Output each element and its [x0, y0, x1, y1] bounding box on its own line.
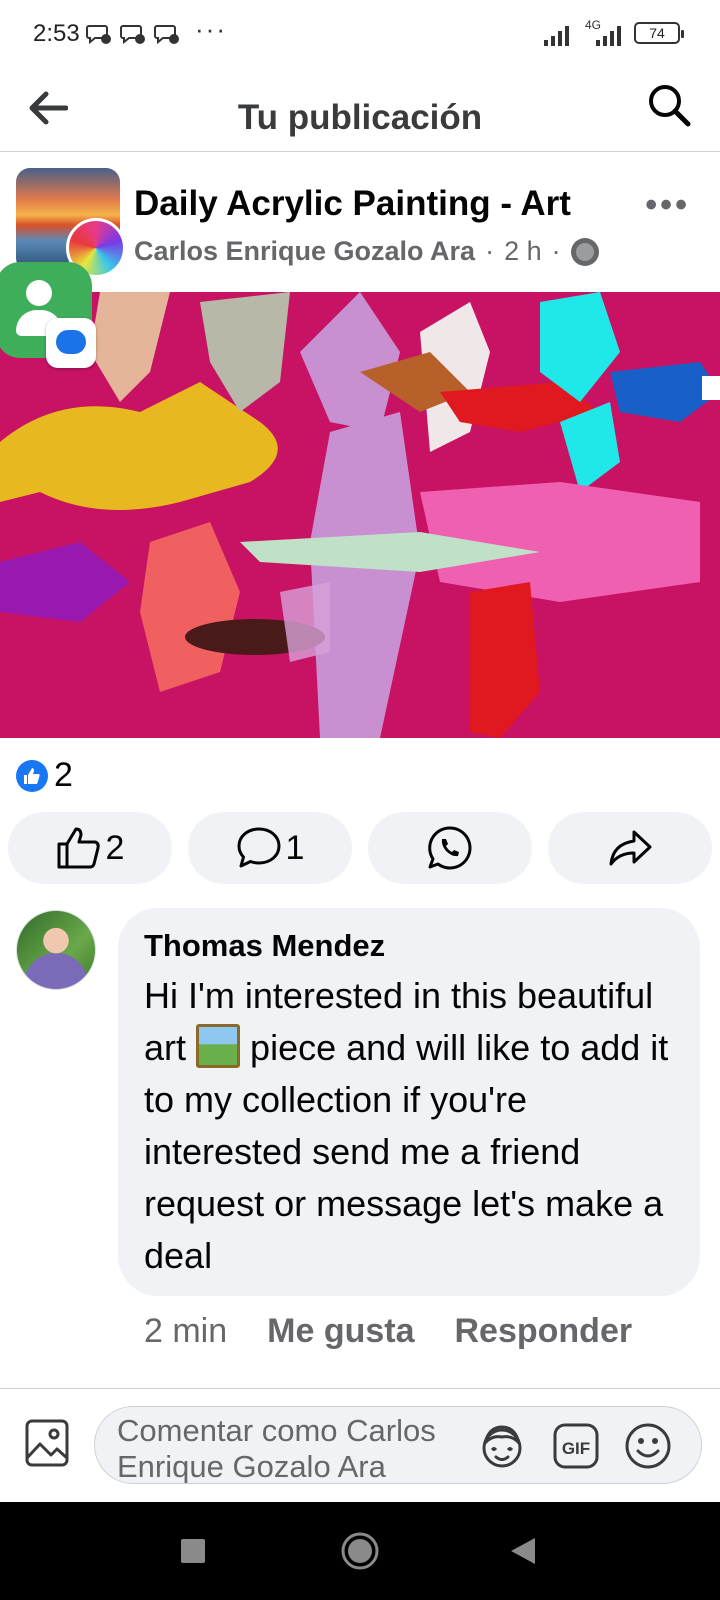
- back-nav-button[interactable]: [500, 1528, 546, 1574]
- comment-bubble-icon: [237, 827, 281, 868]
- share-arrow-icon: [609, 830, 652, 866]
- avatar-sticker-button[interactable]: [475, 1419, 529, 1473]
- comment-time: 2 min: [144, 1312, 228, 1350]
- status-time: 2:53: [33, 20, 80, 47]
- system-navigation-bar: [0, 1502, 720, 1600]
- comment-reply-button[interactable]: Responder: [455, 1312, 633, 1351]
- page-title: Tu publicación: [237, 98, 483, 137]
- add-photo-button[interactable]: [24, 1418, 70, 1468]
- like-button[interactable]: 2: [8, 812, 172, 884]
- comment-like-button[interactable]: Me gusta: [267, 1312, 414, 1351]
- comment-actions: 2 min Me gusta Responder: [144, 1312, 632, 1351]
- commenter-avatar[interactable]: [16, 910, 96, 990]
- meta-separator: ·: [551, 236, 561, 266]
- group-name[interactable]: Daily Acrylic Painting - Art: [134, 184, 571, 224]
- search-icon: [649, 85, 691, 127]
- comment-text: Hi I'm interested in this beautiful art …: [144, 975, 669, 1276]
- emoji-button[interactable]: [621, 1419, 675, 1473]
- app-header: Tu publicación: [0, 70, 720, 152]
- circle-home-icon: [341, 1532, 379, 1570]
- svg-text:GIF: GIF: [562, 1439, 590, 1458]
- post-time[interactable]: 2 h: [504, 236, 542, 267]
- signal-4g-icon: [596, 26, 621, 46]
- divider: [0, 1388, 720, 1389]
- comment-input[interactable]: Comentar como Carlos Enrique Gozalo Ara …: [94, 1406, 702, 1484]
- reaction-count: 2: [54, 756, 73, 794]
- whatsapp-share-button[interactable]: [368, 812, 532, 884]
- post-actions: 2 1: [8, 812, 712, 884]
- post-author[interactable]: Carlos Enrique Gozalo Ara: [134, 236, 475, 267]
- meta-separator: ·: [485, 236, 495, 266]
- globe-icon: [570, 237, 599, 266]
- gif-icon: GIF: [553, 1423, 599, 1469]
- comment-bubble: Thomas Mendez Hi I'm interested in this …: [118, 908, 700, 1296]
- like-reaction-icon: [16, 759, 48, 792]
- more-notifications-indicator: ···: [195, 14, 227, 44]
- post-options-button[interactable]: •••: [645, 186, 690, 225]
- comment-input-placeholder: Comentar como Carlos Enrique Gozalo Ara: [117, 1413, 436, 1484]
- whatsapp-icon: [428, 826, 472, 870]
- signal-icon: [544, 26, 569, 46]
- avatar-sticker-icon: [482, 1425, 522, 1468]
- comment-count: 1: [285, 828, 305, 867]
- like-count: 2: [105, 828, 125, 867]
- messenger-notification-icon: [86, 25, 111, 45]
- comment-button[interactable]: 1: [188, 812, 352, 884]
- contacts-chat-head[interactable]: [0, 262, 96, 368]
- square-icon: [181, 1539, 205, 1563]
- home-button[interactable]: [337, 1528, 383, 1574]
- share-button[interactable]: [548, 812, 712, 884]
- messenger-notification-icon: [154, 25, 179, 45]
- comment-author[interactable]: Thomas Mendez: [144, 928, 674, 964]
- framed-picture-emoji-icon: [196, 1024, 241, 1069]
- person-icon: [26, 280, 52, 306]
- painting-image: [0, 292, 720, 738]
- emoji-icon: [625, 1423, 671, 1469]
- thumbs-up-icon: [57, 827, 100, 869]
- post-meta: Carlos Enrique Gozalo Ara · 2 h ·: [134, 236, 599, 267]
- battery-icon: 74: [634, 22, 684, 44]
- post-image[interactable]: [0, 292, 720, 738]
- status-bar: 2:53 ··· 4G 74: [0, 0, 720, 70]
- triangle-back-icon: [511, 1538, 535, 1564]
- messages-badge-icon: [46, 318, 96, 368]
- recents-button[interactable]: [170, 1528, 216, 1574]
- search-button[interactable]: [644, 80, 694, 130]
- messenger-notification-icon: [120, 25, 145, 45]
- photo-icon: [25, 1419, 69, 1467]
- gif-button[interactable]: GIF: [549, 1419, 603, 1473]
- reaction-summary[interactable]: 2: [16, 756, 73, 795]
